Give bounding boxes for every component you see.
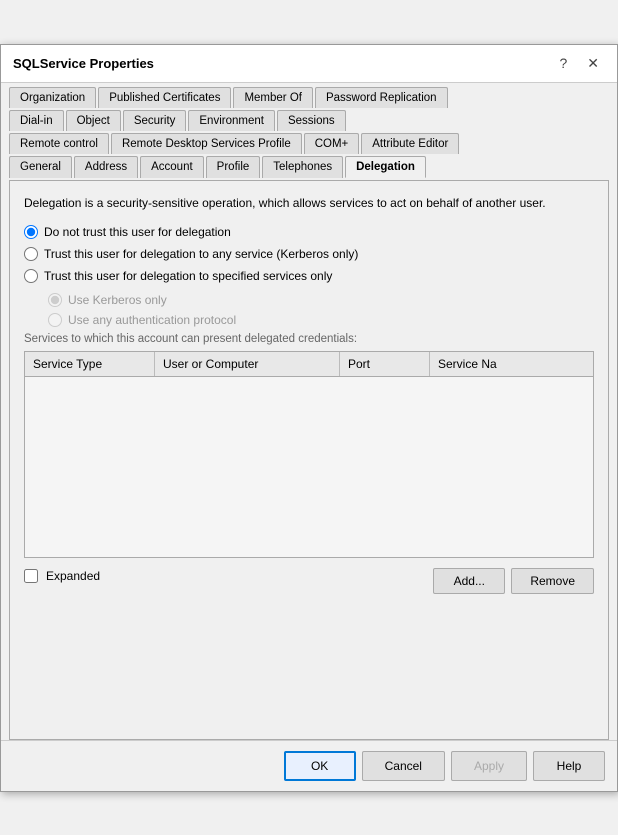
th-port: Port xyxy=(340,352,430,376)
radio-trust-any[interactable]: Trust this user for delegation to any se… xyxy=(24,247,594,261)
tabs-container: Organization Published Certificates Memb… xyxy=(1,83,617,180)
tab-member-of[interactable]: Member Of xyxy=(233,87,313,108)
tab-row-3: Remote control Remote Desktop Services P… xyxy=(9,133,609,156)
tab-remote-desktop[interactable]: Remote Desktop Services Profile xyxy=(111,133,302,154)
apply-button[interactable]: Apply xyxy=(451,751,527,781)
sub-radio-group: Use Kerberos only Use any authentication… xyxy=(48,293,594,327)
services-table: Service Type User or Computer Port Servi… xyxy=(24,351,594,558)
services-label: Services to which this account can prese… xyxy=(24,333,594,345)
expanded-row: Expanded xyxy=(24,569,100,583)
title-bar-controls: ? ✕ xyxy=(553,53,605,74)
radio-trust-any-label: Trust this user for delegation to any se… xyxy=(44,247,358,261)
radio-any-auth-input[interactable] xyxy=(48,313,62,327)
tab-remote-control[interactable]: Remote control xyxy=(9,133,109,154)
title-bar: SQLService Properties ? ✕ xyxy=(1,45,617,83)
ok-button[interactable]: OK xyxy=(284,751,356,781)
tab-sessions[interactable]: Sessions xyxy=(277,110,346,131)
tab-telephones[interactable]: Telephones xyxy=(262,156,343,178)
dialog-title: SQLService Properties xyxy=(13,56,154,71)
remove-button[interactable]: Remove xyxy=(511,568,594,594)
tab-row-2: Dial-in Object Security Environment Sess… xyxy=(9,110,609,133)
tab-security[interactable]: Security xyxy=(123,110,187,131)
tab-row-1: Organization Published Certificates Memb… xyxy=(9,87,609,110)
tab-organization[interactable]: Organization xyxy=(9,87,96,108)
tab-published-certificates[interactable]: Published Certificates xyxy=(98,87,231,108)
table-body xyxy=(25,377,593,557)
tab-address[interactable]: Address xyxy=(74,156,138,178)
radio-any-auth[interactable]: Use any authentication protocol xyxy=(48,313,594,327)
tab-delegation[interactable]: Delegation xyxy=(345,156,426,178)
tab-dial-in[interactable]: Dial-in xyxy=(9,110,64,131)
expanded-checkbox[interactable] xyxy=(24,569,38,583)
add-button[interactable]: Add... xyxy=(433,568,505,594)
delegation-description: Delegation is a security-sensitive opera… xyxy=(24,195,594,212)
tab-content-delegation: Delegation is a security-sensitive opera… xyxy=(9,180,609,740)
radio-do-not-trust-input[interactable] xyxy=(24,225,38,239)
radio-kerberos-only-input[interactable] xyxy=(48,293,62,307)
th-user-computer: User or Computer xyxy=(155,352,340,376)
tab-row-4: General Address Account Profile Telephon… xyxy=(9,156,609,180)
radio-trust-any-input[interactable] xyxy=(24,247,38,261)
tab-password-replication[interactable]: Password Replication xyxy=(315,87,448,108)
table-header: Service Type User or Computer Port Servi… xyxy=(25,352,593,377)
radio-trust-specified-label: Trust this user for delegation to specif… xyxy=(44,269,332,283)
help-button[interactable]: ? xyxy=(553,53,573,73)
action-buttons: Add... Remove xyxy=(433,568,594,594)
radio-trust-specified-input[interactable] xyxy=(24,269,38,283)
radio-trust-specified[interactable]: Trust this user for delegation to specif… xyxy=(24,269,594,283)
tab-environment[interactable]: Environment xyxy=(188,110,275,131)
tab-object[interactable]: Object xyxy=(66,110,121,131)
radio-any-auth-label: Use any authentication protocol xyxy=(68,313,236,327)
tab-attribute-editor[interactable]: Attribute Editor xyxy=(361,133,459,154)
tab-com[interactable]: COM+ xyxy=(304,133,360,154)
help-footer-button[interactable]: Help xyxy=(533,751,605,781)
dialog-footer: OK Cancel Apply Help xyxy=(1,740,617,791)
tab-account[interactable]: Account xyxy=(140,156,204,178)
radio-kerberos-only[interactable]: Use Kerberos only xyxy=(48,293,594,307)
cancel-button[interactable]: Cancel xyxy=(362,751,445,781)
radio-do-not-trust-label: Do not trust this user for delegation xyxy=(44,225,231,239)
th-service-type: Service Type xyxy=(25,352,155,376)
delegation-radio-group: Do not trust this user for delegation Tr… xyxy=(24,225,594,283)
tab-general[interactable]: General xyxy=(9,156,72,178)
th-service-name: Service Na xyxy=(430,352,593,376)
close-button[interactable]: ✕ xyxy=(581,53,605,74)
expanded-label: Expanded xyxy=(46,569,100,583)
radio-kerberos-only-label: Use Kerberos only xyxy=(68,293,167,307)
radio-do-not-trust[interactable]: Do not trust this user for delegation xyxy=(24,225,594,239)
dialog-window: SQLService Properties ? ✕ Organization P… xyxy=(0,44,618,792)
tab-profile[interactable]: Profile xyxy=(206,156,261,178)
